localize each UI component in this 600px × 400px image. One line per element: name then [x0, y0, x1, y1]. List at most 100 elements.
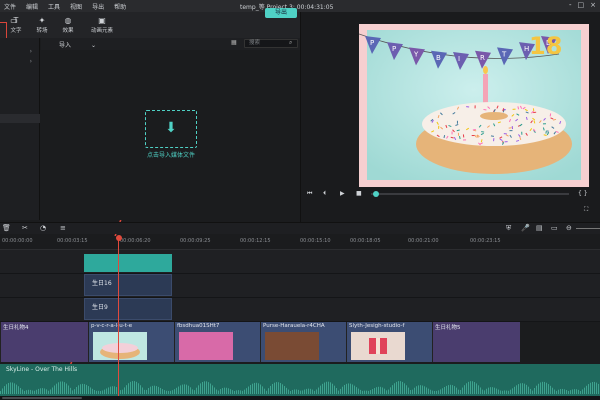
banner-letter: R	[480, 54, 485, 62]
waveform-bar	[576, 389, 577, 394]
waveform-bar	[68, 385, 69, 394]
waveform-bar	[256, 383, 257, 394]
sprinkle	[463, 139, 466, 140]
speed-icon[interactable]: ◔	[40, 224, 46, 232]
waveform-bar	[484, 390, 485, 394]
waveform-bar	[246, 388, 247, 394]
video-clip-name: fbsdhua01SHt7	[177, 323, 262, 329]
video-clip[interactable]: 生日礼物4	[0, 322, 88, 362]
waveform-bar	[308, 389, 309, 394]
title-clip[interactable]: 生日16	[84, 274, 172, 296]
left-panel: › ›	[0, 38, 40, 220]
waveform-bar	[314, 391, 315, 394]
timeline-scrollbar[interactable]	[0, 396, 600, 400]
scrollbar-thumb[interactable]	[2, 397, 82, 399]
title-clip[interactable]: 生日9	[84, 298, 172, 320]
waveform-bar	[560, 389, 561, 394]
waveform-bar	[18, 386, 19, 394]
waveform-bar	[358, 389, 359, 394]
waveform-bar	[22, 390, 23, 394]
video-clip[interactable]: p-v-c-r-a-l-u-t-e	[88, 322, 174, 362]
screen-icon[interactable]: ▭	[551, 224, 558, 232]
waveform-bar	[492, 387, 493, 394]
sprinkle	[509, 130, 512, 131]
waveform-bar	[158, 387, 159, 394]
clip-thumbnail	[351, 332, 405, 360]
waveform-bar	[510, 390, 511, 394]
left-panel-row[interactable]: ›	[0, 48, 40, 57]
waveform-bar	[24, 391, 25, 394]
import-dropdown[interactable]: 导入 ⌄	[59, 40, 96, 49]
preview-scrubber[interactable]	[371, 193, 569, 195]
waveform-bar	[106, 389, 107, 394]
waveform-bar	[82, 384, 83, 394]
brace-icon[interactable]: { }	[578, 190, 588, 197]
zoom-slider[interactable]	[576, 228, 600, 229]
audio-clip-name: SkyLine - Over The Hills	[6, 366, 77, 373]
waveform-bar	[52, 387, 53, 394]
left-panel-row[interactable]: ›	[0, 58, 40, 67]
waveform-bar	[210, 384, 211, 394]
waveform-bar	[406, 385, 407, 394]
waveform-bar	[412, 390, 413, 394]
delete-icon[interactable]: 🗑	[2, 224, 11, 232]
waveform-bar	[204, 381, 205, 394]
ruler-tick: 00:00:00:00	[2, 238, 33, 244]
left-panel-selected-row[interactable]	[0, 114, 40, 123]
playhead[interactable]	[118, 240, 119, 400]
fullscreen-icon[interactable]: ⛶	[584, 206, 588, 214]
waveform-bar	[56, 384, 57, 394]
waveform-bar	[162, 389, 163, 394]
prev-frame-icon[interactable]: ⏮	[307, 190, 312, 198]
preview-canvas[interactable]: PPYBIRTHD 18	[359, 24, 589, 187]
search-icon[interactable]: ⌕	[289, 39, 292, 47]
step-back-icon[interactable]: ⏴	[323, 190, 326, 198]
zoom-out-icon[interactable]: ⊖	[566, 224, 572, 232]
mic-icon[interactable]: 🎤	[521, 224, 530, 232]
waveform-bar	[478, 385, 479, 394]
video-clip[interactable]: Slyth-Jesigh-studio-f	[346, 322, 432, 362]
waveform-bar	[340, 389, 341, 394]
waveform-bar	[160, 388, 161, 394]
audio-clip[interactable]	[0, 364, 600, 396]
waveform-bar	[74, 389, 75, 394]
waveform-bar	[98, 391, 99, 394]
waveform-bar	[490, 387, 491, 394]
waveform-bar	[254, 383, 255, 394]
element-clip[interactable]	[84, 254, 172, 272]
waveform-bar	[334, 386, 335, 394]
cut-icon[interactable]: ✂	[22, 224, 28, 232]
stop-icon[interactable]: ■	[356, 190, 362, 197]
waveform-bar	[352, 384, 353, 394]
waveform-bar	[574, 389, 575, 394]
sprinkle	[543, 123, 546, 124]
waveform-bar	[282, 384, 283, 394]
scrubber-handle[interactable]	[373, 191, 379, 197]
waveform-bar	[366, 391, 367, 394]
waveform-bar	[100, 391, 101, 394]
video-clip[interactable]: 生日礼物5	[432, 322, 520, 362]
waveform-bar	[378, 387, 379, 394]
waveform-bar	[200, 383, 201, 394]
play-icon[interactable]: ▶	[340, 190, 345, 197]
waveform-bar	[84, 384, 85, 394]
waveform-bar	[468, 382, 469, 394]
playhead-handle[interactable]	[116, 235, 122, 241]
audio-waveform	[0, 364, 600, 396]
waveform-bar	[516, 385, 517, 394]
waveform-bar	[476, 383, 477, 394]
waveform-bar	[438, 390, 439, 394]
waveform-bar	[138, 383, 139, 394]
grid-view-icon[interactable]: ▦	[231, 39, 237, 46]
waveform-bar	[528, 387, 529, 394]
banner-letter: Y	[413, 50, 419, 58]
waveform-bar	[520, 383, 521, 394]
video-clip[interactable]: fbsdhua01SHt7	[174, 322, 260, 362]
waveform-bar	[360, 390, 361, 394]
subtitle-icon[interactable]: ▤	[536, 224, 543, 232]
waveform-bar	[276, 382, 277, 394]
shield-icon[interactable]: ⛨	[506, 224, 511, 233]
adjust-icon[interactable]: ≡	[60, 224, 66, 232]
waveform-bar	[16, 385, 17, 394]
video-clip[interactable]: Purse-Harauela-r4CHA	[260, 322, 346, 362]
